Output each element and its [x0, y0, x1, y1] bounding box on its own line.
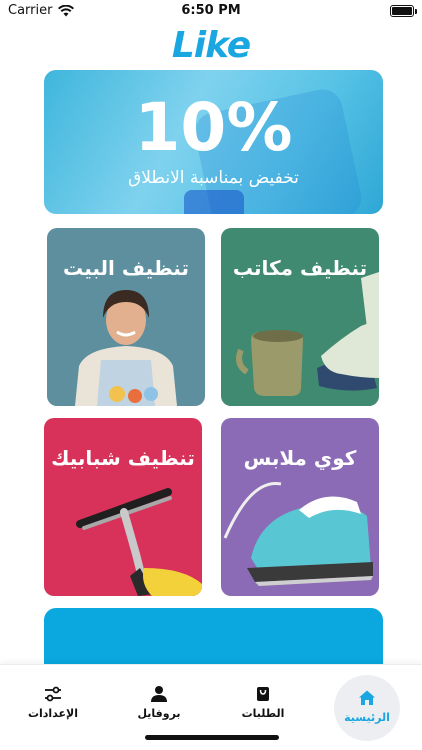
service-title: تنظيف مكاتب [232, 256, 368, 280]
tab-profile[interactable]: بروفايل [124, 673, 194, 733]
app-logo: Like [171, 25, 251, 66]
service-ironing[interactable]: كوي ملابس [221, 418, 379, 596]
clock: 6:50 PM [181, 3, 241, 18]
tab-settings[interactable]: الإعدادات [18, 673, 88, 733]
service-title: كوي ملابس [243, 446, 357, 470]
tab-orders[interactable]: الطلبات [228, 673, 298, 733]
home-cleaning-illustration [75, 290, 177, 406]
service-office-cleaning[interactable]: تنظيف مكاتب [221, 228, 379, 406]
squeegee-illustration [76, 488, 202, 596]
shopping-bag-icon [257, 687, 269, 701]
iron-illustration [223, 481, 373, 586]
home-icon [359, 690, 375, 705]
service-title: تنظيف شبابيك [51, 446, 195, 470]
tab-orders-label: الطلبات [241, 707, 285, 720]
promo-percent: 10% [134, 89, 293, 166]
status-bar: Carrier 6:50 PM [0, 0, 422, 24]
tab-settings-label: الإعدادات [27, 707, 79, 720]
service-title: تنظيف البيت [63, 256, 189, 280]
office-cleaning-illustration [236, 272, 379, 396]
home-indicator [145, 735, 279, 740]
service-window-cleaning[interactable]: تنظيف شبابيك [44, 418, 202, 596]
promo-banner[interactable]: 10% تخفيض بمناسبة الانطلاق [44, 70, 383, 214]
battery-icon [390, 5, 417, 17]
tab-home[interactable]: الرئيسية [334, 675, 400, 741]
service-home-cleaning[interactable]: تنظيف البيت [47, 228, 205, 406]
promo-caption: تخفيض بمناسبة الانطلاق [128, 168, 299, 188]
person-icon [151, 686, 167, 702]
tab-profile-label: بروفايل [137, 707, 181, 720]
sliders-icon [45, 686, 61, 702]
tab-home-label: الرئيسية [344, 711, 390, 724]
